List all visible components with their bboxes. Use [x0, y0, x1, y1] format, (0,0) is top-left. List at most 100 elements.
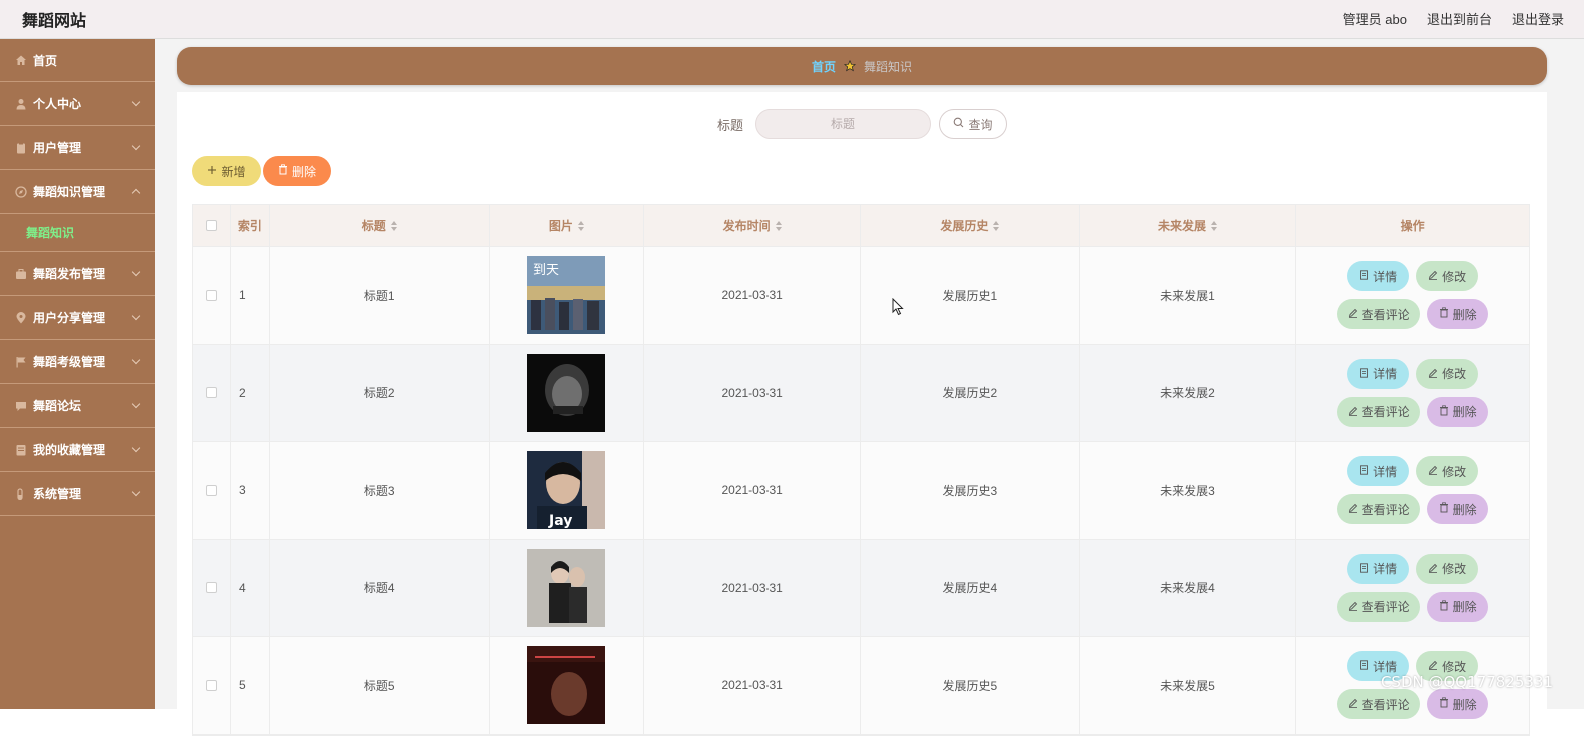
album-cover-image[interactable]: Jay [527, 451, 606, 530]
sidebar-item-dance-knowledge-management[interactable]: 舞蹈知识管理 [0, 170, 155, 214]
delete-button[interactable]: 删除 [1427, 396, 1489, 427]
view-comments-button[interactable]: 查看评论 [1337, 591, 1421, 622]
batch-delete-button[interactable]: 删除 [263, 156, 331, 186]
delete-label: 删除 [1452, 600, 1477, 615]
sort-icon[interactable] [775, 220, 782, 231]
view-comments-button[interactable]: 查看评论 [1337, 494, 1421, 525]
detail-button[interactable]: 详情 [1347, 456, 1410, 487]
row-operations: 详情 修改查看评论 删除 [1296, 345, 1529, 442]
edit-button[interactable]: 修改 [1416, 358, 1479, 389]
trash-icon [278, 164, 288, 178]
row-future: 未来发展4 [1080, 539, 1297, 636]
edit-label: 修改 [1442, 464, 1467, 479]
sidebar-item-user-share-management[interactable]: 用户分享管理 [0, 296, 155, 340]
sidebar-item-home[interactable]: 首页 [0, 39, 155, 82]
sidebar-item-dance-exam-management[interactable]: 舞蹈考级管理 [0, 340, 155, 384]
sidebar-item-dance-forum[interactable]: 舞蹈论坛 [0, 384, 155, 428]
svg-text:Jay: Jay [548, 513, 572, 529]
row-checkbox[interactable] [205, 387, 217, 399]
search-icon [953, 117, 964, 131]
column-header-title[interactable]: 标题 [270, 205, 490, 246]
sort-icon[interactable] [577, 220, 584, 231]
sidebar-item-personal-center[interactable]: 个人中心 [0, 82, 155, 126]
view-comments-label: 查看评论 [1361, 697, 1410, 712]
detail-button[interactable]: 详情 [1347, 358, 1410, 389]
select-all-checkbox[interactable] [205, 220, 217, 231]
row-checkbox[interactable] [205, 679, 217, 691]
table-row: 1 标题1 到天 2021-03-31 发展历史1 未来发展1 详情 修改 查看评论 删除 [193, 247, 1529, 345]
svg-text:到天: 到天 [533, 263, 559, 278]
delete-button[interactable]: 删除 [1427, 299, 1489, 330]
row-title: 标题3 [270, 442, 490, 539]
chevron-down-icon [131, 267, 141, 277]
column-header-publish-time[interactable]: 发布时间 [644, 205, 861, 246]
column-label: 图片 [548, 219, 573, 233]
view-comments-button[interactable]: 查看评论 [1337, 689, 1421, 720]
row-select-cell [193, 637, 231, 734]
edit-button[interactable]: 修改 [1416, 261, 1479, 292]
row-checkbox[interactable] [205, 582, 217, 594]
star-icon [844, 60, 856, 72]
document-icon [1359, 367, 1369, 381]
sidebar-item-label: 舞蹈论坛 [33, 399, 82, 413]
pencil-icon [1348, 697, 1358, 711]
sidebar-item-user-management[interactable]: 用户管理 [0, 126, 155, 170]
chevron-down-icon [131, 399, 141, 409]
column-header-history[interactable]: 发展历史 [861, 205, 1080, 246]
row-title: 标题4 [270, 539, 490, 636]
sidebar-item-label: 我的收藏管理 [33, 443, 106, 457]
sort-icon[interactable] [993, 220, 1000, 231]
row-checkbox[interactable] [205, 484, 217, 496]
delete-button[interactable]: 删除 [1427, 591, 1489, 622]
content-panel: 标题 查询 新增 删除 索引 标题 图片 发布时间 [177, 92, 1547, 736]
column-header-future[interactable]: 未来发展 [1080, 205, 1297, 246]
view-comments-button[interactable]: 查看评论 [1337, 396, 1421, 427]
column-label: 发布时间 [722, 219, 771, 233]
delete-label: 删除 [1452, 697, 1477, 712]
document-icon [1359, 464, 1369, 478]
table-row: 4 标题4 2021-03-31 发展历史4 未来发展4 详情 修改 查看评论 删除 [193, 539, 1529, 637]
album-cover-image[interactable] [527, 548, 606, 627]
breadcrumb-home-link[interactable]: 首页 [812, 58, 836, 75]
delete-button[interactable]: 删除 [1427, 494, 1489, 525]
sidebar-item-system-management[interactable]: 系统管理 [0, 472, 155, 516]
sidebar-subitem-dance-knowledge[interactable]: 舞蹈知识 [0, 214, 155, 252]
logout-link[interactable]: 退出登录 [1512, 9, 1564, 28]
breadcrumb-current: 舞蹈知识 [864, 59, 913, 74]
album-cover-image[interactable]: 到天 [527, 256, 606, 335]
detail-button[interactable]: 详情 [1347, 553, 1410, 584]
album-cover-image[interactable] [527, 353, 606, 432]
title-search-input[interactable] [755, 109, 931, 139]
sidebar-item-label: 舞蹈发布管理 [33, 267, 106, 281]
pencil-icon [1428, 367, 1438, 381]
row-select-cell [193, 442, 231, 539]
current-user: 管理员 abo [1342, 12, 1407, 27]
album-cover-image[interactable] [527, 646, 606, 725]
row-publish-time: 2021-03-31 [644, 344, 861, 441]
row-history: 发展历史5 [861, 637, 1080, 734]
sidebar: 首页 个人中心 用户管理 舞蹈知识管理 舞蹈知识 舞蹈发布管理 用户分享管理 舞… [0, 39, 155, 709]
mouse-cursor-icon [892, 297, 904, 321]
edit-button[interactable]: 修改 [1416, 456, 1479, 487]
view-comments-button[interactable]: 查看评论 [1337, 299, 1421, 330]
top-bar: 舞蹈网站 管理员 abo 退出到前台 退出登录 [0, 0, 1584, 39]
watermark: CSDN @QQ177825331 [1380, 673, 1553, 691]
search-button[interactable]: 查询 [939, 109, 1007, 139]
delete-button[interactable]: 删除 [1427, 689, 1489, 720]
exit-to-front-link[interactable]: 退出到前台 [1427, 9, 1492, 28]
row-checkbox[interactable] [205, 289, 217, 301]
sort-icon[interactable] [390, 220, 397, 231]
edit-button[interactable]: 修改 [1416, 553, 1479, 584]
column-label: 未来发展 [1157, 219, 1206, 233]
document-icon [1359, 562, 1369, 576]
column-label: 索引 [237, 219, 262, 233]
sort-icon[interactable] [1211, 220, 1217, 231]
compass-icon [15, 185, 27, 198]
column-header-image[interactable]: 图片 [490, 205, 645, 246]
detail-button[interactable]: 详情 [1347, 261, 1410, 292]
sidebar-item-favorites-management[interactable]: 我的收藏管理 [0, 428, 155, 472]
row-title: 标题1 [270, 247, 490, 344]
sidebar-item-dance-publish-management[interactable]: 舞蹈发布管理 [0, 252, 155, 296]
delete-label: 删除 [1452, 405, 1477, 420]
add-button[interactable]: 新增 [192, 156, 261, 186]
